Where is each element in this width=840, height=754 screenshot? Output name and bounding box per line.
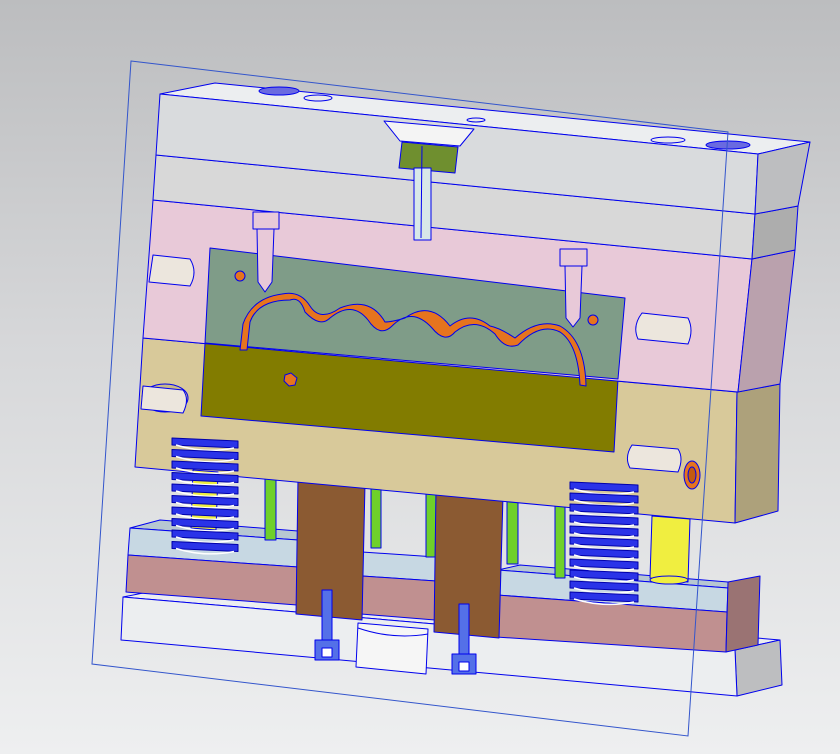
ejector-pin[interactable] [370, 485, 382, 549]
return-spring-left[interactable] [171, 437, 239, 555]
ejector-pin[interactable] [425, 491, 437, 558]
guide-pillar-right-cap [649, 575, 689, 585]
cavity-pin-right-shank [564, 265, 583, 328]
ejector-plate-right-side [725, 575, 761, 653]
cavity-pin-left-shank [256, 228, 275, 293]
cad-viewport[interactable] [0, 0, 840, 754]
ejector-plate-mid[interactable] [360, 575, 437, 621]
cavity-pin-right-head [559, 248, 588, 267]
guide-pillar-right[interactable] [649, 515, 691, 583]
ejector-pin[interactable] [506, 499, 519, 565]
stripper-plate-side [751, 205, 799, 260]
mold-assembly-drawing[interactable] [0, 0, 840, 754]
coolant-channel[interactable] [234, 270, 246, 282]
bolt-hole[interactable] [258, 86, 300, 96]
socket-screw-left-shank [321, 589, 333, 641]
leader-pin-right[interactable] [626, 444, 682, 473]
leader-pin-left[interactable] [140, 385, 187, 414]
return-spring-right[interactable] [569, 481, 639, 606]
socket-screw-left-socket [321, 647, 333, 658]
coolant-channel[interactable] [587, 314, 599, 326]
socket-screw-right-socket [458, 661, 470, 672]
leader-bush-right[interactable] [635, 312, 692, 345]
bolt-hole[interactable] [705, 140, 751, 150]
sprue-bushing-shank [413, 167, 432, 241]
cavity-pin-left-head [252, 211, 280, 230]
socket-screw-right-shank [458, 603, 470, 655]
ejector-pin[interactable] [554, 505, 566, 579]
bolt-hole[interactable] [650, 136, 686, 144]
clamp-plate-top-side [754, 141, 811, 215]
core-plate-side [734, 383, 781, 524]
bolt-hole[interactable] [466, 117, 486, 123]
leader-bush-left[interactable] [148, 254, 195, 287]
water-port-inner [687, 466, 697, 484]
bolt-hole[interactable] [303, 94, 333, 102]
